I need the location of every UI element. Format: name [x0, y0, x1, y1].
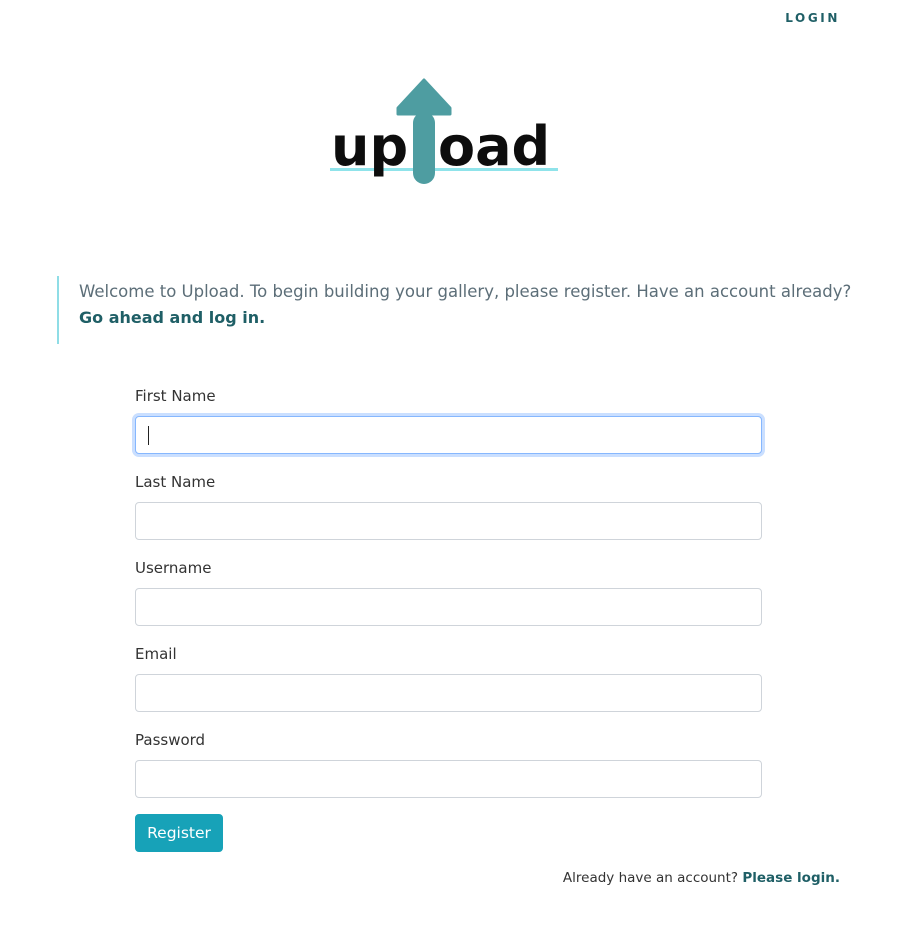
email-group: Email [135, 643, 762, 729]
email-label: Email [135, 645, 177, 663]
password-input[interactable] [135, 760, 762, 798]
nav-login-link[interactable]: LOGIN [785, 11, 840, 25]
login-link[interactable]: Go ahead and log in. [79, 305, 265, 331]
already-account: Already have an account? Please login. [563, 870, 840, 886]
username-input[interactable] [135, 588, 762, 626]
last-name-input[interactable] [135, 502, 762, 540]
register-form: First Name Last Name Username Email Pass… [135, 385, 762, 815]
logo-text-right: oad [438, 115, 550, 178]
first-name-group: First Name [135, 385, 762, 471]
last-name-group: Last Name [135, 471, 762, 557]
welcome-text: Welcome to Upload. To begin building you… [79, 282, 852, 301]
already-account-text: Already have an account? [562, 870, 739, 886]
welcome-callout: Welcome to Upload. To begin building you… [57, 276, 857, 344]
email-input[interactable] [135, 674, 762, 712]
upload-logo: up oad [326, 78, 562, 190]
username-group: Username [135, 557, 762, 643]
register-button[interactable]: Register [135, 814, 223, 852]
please-login-link[interactable]: Please login. [742, 870, 840, 886]
username-label: Username [135, 559, 212, 577]
register-page: LOGIN up oad Welcome to Upload. To begin… [0, 0, 918, 935]
text-caret [148, 426, 149, 445]
first-name-label: First Name [135, 387, 216, 405]
password-label: Password [135, 731, 206, 749]
logo-graphic: up oad [330, 78, 558, 184]
first-name-input[interactable] [135, 416, 762, 454]
logo-text-left: up [331, 115, 408, 178]
password-group: Password [135, 729, 762, 815]
last-name-label: Last Name [135, 473, 216, 491]
